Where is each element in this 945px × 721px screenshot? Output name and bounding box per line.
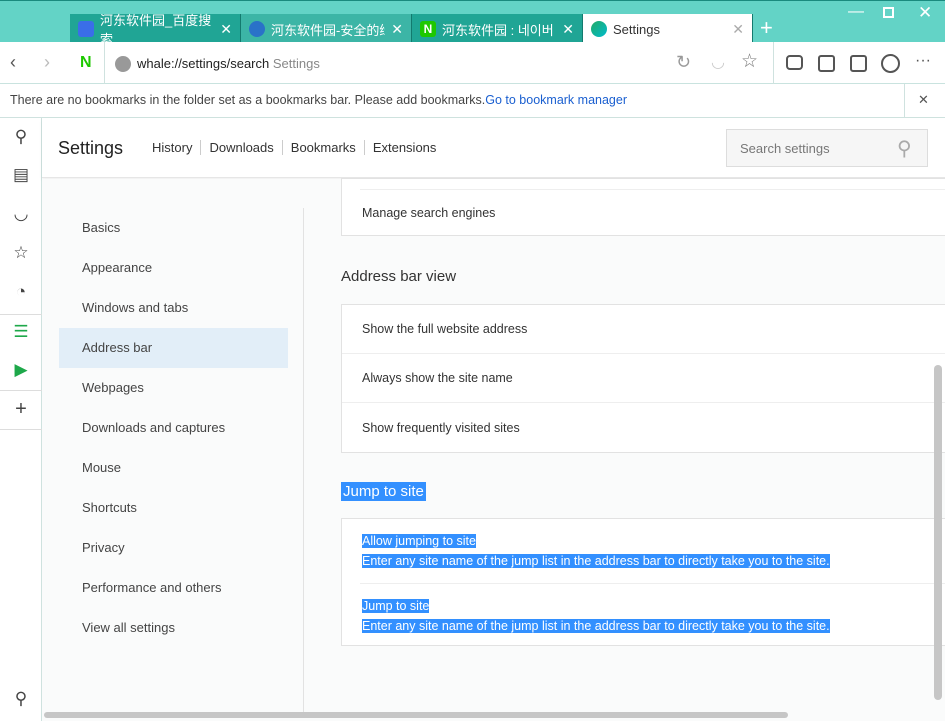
search-placeholder: Search settings (740, 141, 830, 156)
nav-item[interactable]: Address bar (82, 340, 152, 355)
close-tab-icon[interactable]: ✕ (220, 21, 232, 38)
profile-icon[interactable] (881, 54, 900, 73)
bookmark-manager-link[interactable]: Go to bookmark manager (485, 93, 627, 107)
forward-button[interactable]: › (44, 52, 50, 73)
horizontal-scrollbar[interactable] (44, 712, 788, 718)
split-view-icon[interactable] (850, 55, 867, 72)
baidu-favicon-icon (78, 21, 94, 37)
url-text: whale://settings/search (137, 56, 270, 71)
page-title: Settings (58, 138, 124, 158)
option-frequent-sites[interactable]: Show frequently visited sites (342, 403, 945, 452)
nav-item[interactable]: Webpages (82, 380, 144, 395)
option-site-name[interactable]: Always show the site name (342, 354, 945, 403)
tab-hedong[interactable]: 河东软件园-安全的绿 ✕ (241, 14, 412, 44)
address-bar-view-card: Show the full website address Always sho… (341, 304, 945, 453)
tab-naver[interactable]: N 河东软件园 : 네이버 ✕ (412, 14, 583, 44)
tab-label: Settings (613, 21, 660, 37)
shield-icon[interactable]: ◡ (711, 52, 725, 72)
jump-desc: Enter any site name of the jump list in … (362, 619, 830, 633)
nav-item[interactable]: Appearance (82, 260, 152, 275)
naver-home-icon[interactable]: N (80, 54, 92, 72)
add-sidebar-item-icon[interactable]: + (0, 390, 42, 428)
option-label: Always show the site name (362, 371, 513, 385)
section-title: Jump to site (341, 482, 426, 501)
address-bar: ‹ › N whale://settings/search Settings ↻… (0, 42, 945, 84)
vertical-scrollbar[interactable] (934, 365, 942, 700)
naver-favicon-icon: N (420, 21, 436, 37)
url-input[interactable]: whale://settings/search Settings (137, 56, 320, 71)
manage-search-engines-link[interactable]: Manage search engines (362, 206, 495, 220)
dictionary-icon[interactable]: ◔ (0, 273, 42, 311)
downloads-link[interactable]: Downloads (201, 140, 283, 155)
nav-item[interactable]: Basics (82, 220, 120, 235)
minimize-button[interactable]: — (848, 3, 864, 21)
tab-label: 河东软件园-安全的绿 (271, 22, 386, 38)
tab-settings[interactable]: Settings ✕ (583, 14, 753, 44)
whale-icon[interactable]: ◡ (0, 195, 42, 233)
search-settings-input[interactable]: Search settings ⚲ (726, 129, 928, 167)
bookmarks-bar: There are no bookmarks in the folder set… (0, 84, 945, 118)
search-icon[interactable]: ⚲ (0, 118, 42, 156)
nav-item[interactable]: Mouse (82, 460, 121, 475)
extensions-link[interactable]: Extensions (365, 140, 437, 155)
allow-jump-desc: Enter any site name of the jump list in … (362, 554, 830, 568)
section-title: Address bar view (341, 268, 457, 285)
close-tab-icon[interactable]: ✕ (562, 21, 574, 38)
nav-item[interactable]: Performance and others (82, 580, 221, 595)
nav-item[interactable]: View all settings (82, 620, 175, 635)
search-icon[interactable]: ⚲ (897, 136, 912, 161)
whale-site-icon (115, 56, 131, 72)
search-engine-card: Manage search engines (341, 178, 945, 236)
nav-item[interactable]: Shortcuts (82, 500, 137, 515)
capture-icon[interactable] (786, 55, 803, 70)
pin-icon[interactable]: ⚲ (0, 680, 42, 718)
settings-header: Settings History Downloads Bookmarks Ext… (42, 118, 945, 178)
bookmark-star-icon[interactable]: ☆ (741, 50, 758, 73)
page-title-hint: Settings (272, 56, 320, 71)
wallet-icon[interactable]: ▤ (0, 156, 42, 194)
option-label: Show the full website address (362, 322, 528, 336)
nav-item[interactable]: Downloads and captures (82, 420, 225, 435)
sidebar: ⚲ ▤ ◡ ☆ ◔ ☰ ▶ + ⚲ (0, 118, 42, 721)
back-button[interactable]: ‹ (10, 52, 16, 73)
whale-favicon-icon (591, 21, 607, 37)
new-tab-button[interactable]: + (760, 15, 773, 41)
close-tab-icon[interactable]: ✕ (391, 21, 403, 38)
close-window-button[interactable]: ✕ (918, 3, 932, 23)
play-icon[interactable]: ▶ (0, 351, 42, 389)
option-label: Show frequently visited sites (362, 420, 520, 435)
history-link[interactable]: History (152, 140, 202, 155)
jump-card: Allow jumping to site Enter any site nam… (341, 518, 945, 646)
bookmarks-link[interactable]: Bookmarks (283, 140, 365, 155)
site-favicon-icon (249, 21, 265, 37)
allow-jump-title: Allow jumping to site (362, 534, 476, 548)
option-full-address[interactable]: Show the full website address (342, 305, 945, 354)
tab-strip: 河东软件园_百度搜索 ✕ 河东软件园-安全的绿 ✕ N 河东软件园 : 네이버 ✕ Se… (0, 0, 945, 47)
tab-baidu[interactable]: 河东软件园_百度搜索 ✕ (70, 13, 241, 47)
maximize-button[interactable] (883, 7, 894, 18)
star-icon[interactable]: ☆ (0, 234, 42, 272)
more-menu-icon[interactable]: ··· (915, 52, 931, 70)
close-tab-icon[interactable]: ✕ (732, 21, 744, 38)
nav-item[interactable]: Privacy (82, 540, 125, 555)
list-icon[interactable]: ☰ (0, 313, 42, 351)
bookmarks-message: There are no bookmarks in the folder set… (10, 93, 486, 107)
sidebar-toggle-icon[interactable] (818, 55, 835, 72)
tab-label: 河东软件园 : 네이버 (442, 22, 554, 38)
jump-title: Jump to site (362, 599, 430, 613)
nav-item[interactable]: Windows and tabs (82, 300, 188, 315)
close-bookmarks-bar-icon[interactable]: ✕ (918, 92, 929, 108)
reload-icon[interactable]: ↻ (676, 52, 691, 73)
